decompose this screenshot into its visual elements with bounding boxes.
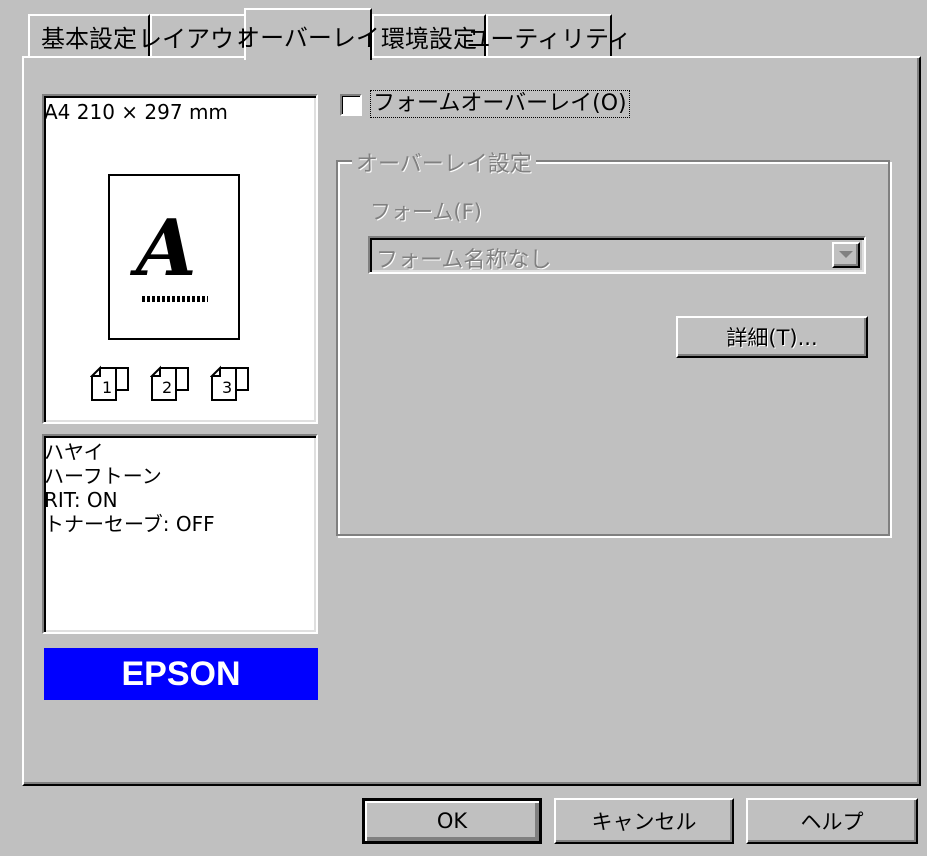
copy-order-icons: 1 2 3 — [89, 362, 270, 402]
form-label: フォーム(F) — [370, 200, 482, 224]
form-select-value: フォーム名称なし — [376, 248, 552, 273]
paper-size-label: A4 210 × 297 mm — [44, 100, 228, 124]
form-select[interactable]: フォーム名称なし — [368, 236, 866, 274]
details-button[interactable]: 詳細(T)... — [676, 316, 868, 358]
ok-button-label: OK — [436, 809, 468, 833]
form-overlay-label[interactable]: フォームオーバーレイ(O) — [370, 90, 630, 118]
cancel-button[interactable]: キャンセル — [554, 798, 734, 844]
copy-1-number: 1 — [102, 378, 113, 397]
summary-line-halftone: ハーフトーン — [44, 464, 162, 488]
help-button[interactable]: ヘルプ — [746, 798, 918, 844]
tab-overlay[interactable]: オーバーレイ — [236, 8, 380, 60]
ok-button[interactable]: OK — [362, 798, 542, 844]
page-preview: A4 210 × 297 mm A 1 2 3 — [42, 94, 318, 424]
settings-summary: ハヤイ ハーフトーン RIT: ON トナーセーブ: OFF — [42, 434, 318, 634]
tab-utility[interactable]: ユーティリティ — [466, 14, 632, 56]
tab-layout[interactable]: レイアウト — [138, 14, 258, 56]
copy-3-number: 3 — [222, 378, 233, 397]
summary-line-rit: RIT: ON — [44, 488, 118, 512]
form-overlay-checkbox[interactable] — [340, 94, 362, 116]
tab-basic-settings[interactable]: 基本設定 — [28, 14, 150, 56]
details-button-label: 詳細(T)... — [726, 326, 818, 350]
page-text-line-icon — [142, 296, 208, 302]
copy-3-icon: 3 — [209, 362, 250, 402]
help-button-label: ヘルプ — [800, 810, 864, 834]
copy-2-icon: 2 — [149, 362, 190, 402]
overlay-settings-title: オーバーレイ設定 — [352, 146, 536, 178]
chevron-down-icon[interactable] — [832, 242, 860, 268]
copy-2-number: 2 — [162, 378, 173, 397]
summary-line-toner-save: トナーセーブ: OFF — [44, 512, 215, 536]
epson-logo: EPSON — [44, 648, 318, 700]
cancel-button-label: キャンセル — [591, 810, 697, 834]
page-thumbnail: A — [108, 174, 240, 340]
page-letter: A — [136, 203, 197, 294]
summary-line-speed: ハヤイ — [44, 440, 104, 464]
copy-1-icon: 1 — [89, 362, 130, 402]
